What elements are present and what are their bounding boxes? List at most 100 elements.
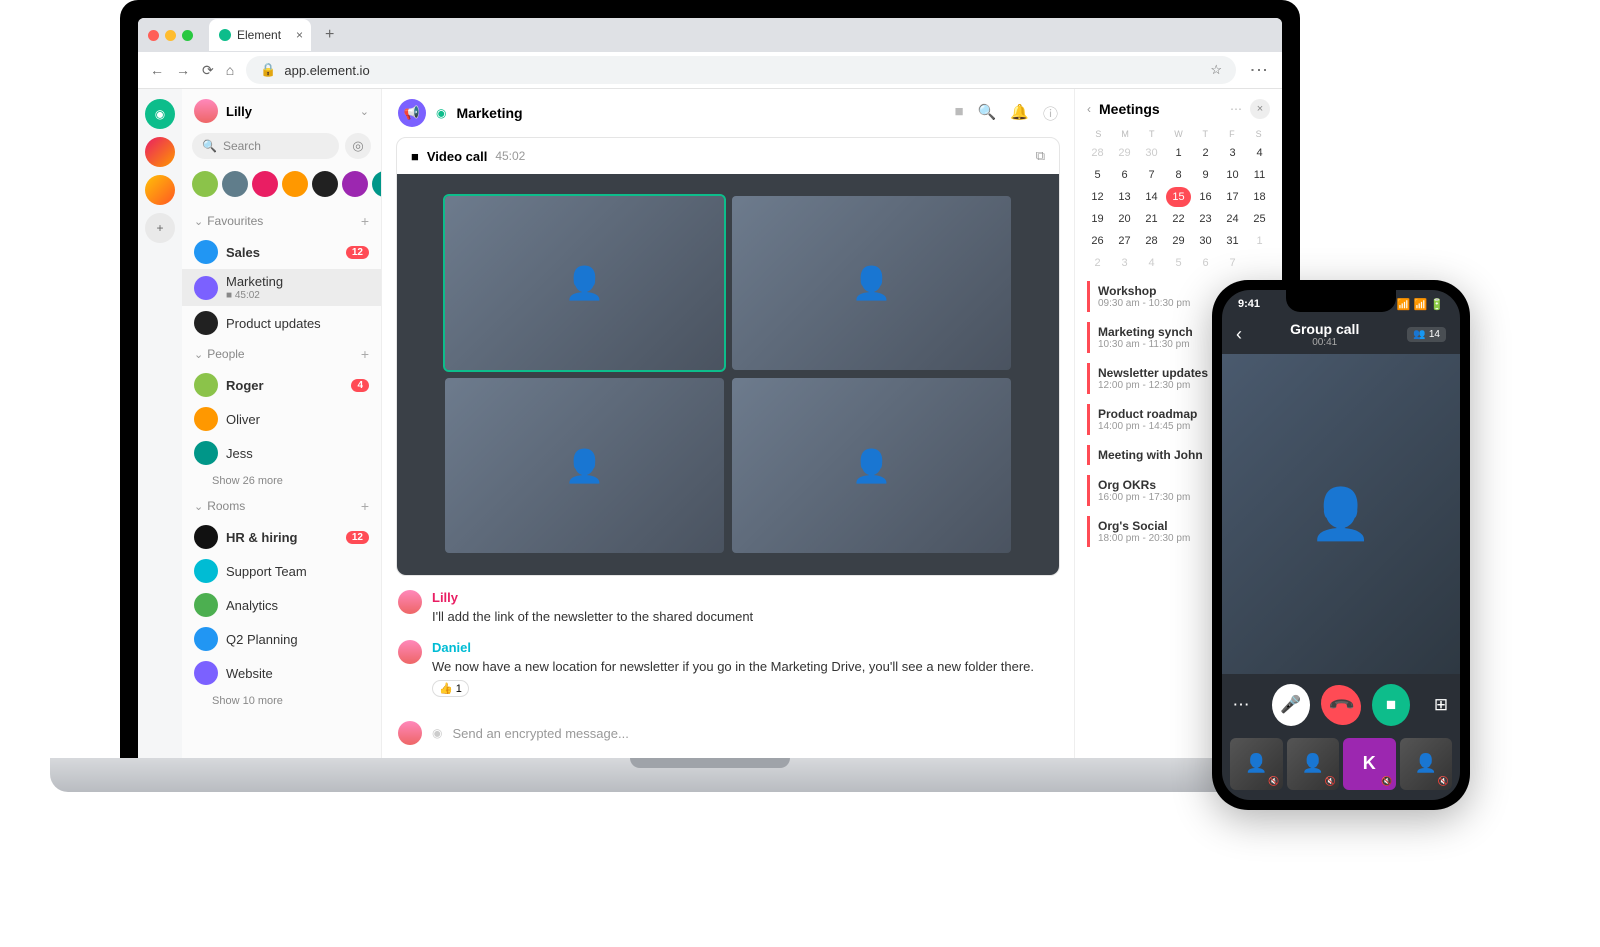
close-icon[interactable]: ×: [296, 28, 303, 42]
space-item[interactable]: [145, 175, 175, 205]
calendar-day[interactable]: 21: [1139, 209, 1164, 229]
video-thumb[interactable]: 👤🔇: [1400, 738, 1453, 791]
video-icon[interactable]: ■: [955, 103, 964, 124]
avatar[interactable]: [342, 171, 368, 197]
back-icon[interactable]: ‹: [1236, 324, 1242, 345]
calendar-day[interactable]: 1: [1166, 143, 1191, 163]
user-header[interactable]: Lilly ⌄: [182, 89, 381, 133]
video-tile[interactable]: 👤: [445, 378, 724, 552]
new-tab-button[interactable]: +: [317, 26, 342, 44]
calendar-day[interactable]: 18: [1247, 187, 1272, 207]
explore-button[interactable]: ◎: [345, 133, 371, 159]
calendar-day[interactable]: 14: [1139, 187, 1164, 207]
calendar-day[interactable]: 16: [1193, 187, 1218, 207]
calendar-day[interactable]: 3: [1112, 253, 1137, 273]
video-thumb[interactable]: K🔇: [1343, 738, 1396, 791]
calendar-day[interactable]: 11: [1247, 165, 1272, 185]
section-rooms[interactable]: ⌄ Rooms +: [182, 492, 381, 520]
video-tile[interactable]: 👤: [732, 378, 1011, 552]
calendar-day[interactable]: 10: [1220, 165, 1245, 185]
calendar-day[interactable]: 7: [1139, 165, 1164, 185]
room-item[interactable]: Roger4: [182, 368, 381, 402]
room-item[interactable]: Support Team: [182, 554, 381, 588]
room-item[interactable]: Website: [182, 656, 381, 690]
calendar-day[interactable]: 20: [1112, 209, 1137, 229]
space-item[interactable]: [145, 137, 175, 167]
calendar-day[interactable]: 31: [1220, 231, 1245, 251]
room-item[interactable]: Marketing■ 45:02: [182, 269, 381, 306]
calendar-day[interactable]: 28: [1085, 143, 1110, 163]
back-icon[interactable]: ←: [150, 62, 164, 78]
calendar-day[interactable]: 3: [1220, 143, 1245, 163]
calendar-day[interactable]: 17: [1220, 187, 1245, 207]
room-item[interactable]: Sales12: [182, 235, 381, 269]
calendar-day[interactable]: 8: [1166, 165, 1191, 185]
star-icon[interactable]: ☆: [1210, 62, 1222, 78]
more-icon[interactable]: ⋯: [1230, 102, 1242, 116]
show-more-rooms[interactable]: Show 10 more: [182, 690, 381, 712]
space-add-button[interactable]: +: [145, 213, 175, 243]
calendar-day[interactable]: 9: [1193, 165, 1218, 185]
participants-badge[interactable]: 👥 14: [1407, 327, 1446, 342]
calendar-day[interactable]: 5: [1166, 253, 1191, 273]
calendar-day[interactable]: 22: [1166, 209, 1191, 229]
calendar-day[interactable]: 4: [1139, 253, 1164, 273]
space-home[interactable]: ◉: [145, 99, 175, 129]
calendar-day[interactable]: 30: [1193, 231, 1218, 251]
avatar[interactable]: [372, 171, 382, 197]
room-item[interactable]: Analytics: [182, 588, 381, 622]
calendar-day[interactable]: 12: [1085, 187, 1110, 207]
avatar[interactable]: [252, 171, 278, 197]
calendar-day[interactable]: 15: [1166, 187, 1191, 207]
calendar-day[interactable]: 2: [1193, 143, 1218, 163]
search-icon[interactable]: 🔍: [978, 103, 997, 124]
hangup-button[interactable]: 📞: [1313, 677, 1370, 734]
calendar-day[interactable]: 6: [1193, 253, 1218, 273]
calendar-day[interactable]: 30: [1139, 143, 1164, 163]
show-more-people[interactable]: Show 26 more: [182, 470, 381, 492]
plus-icon[interactable]: +: [361, 498, 369, 514]
calendar-day[interactable]: 2: [1085, 253, 1110, 273]
plus-icon[interactable]: +: [361, 213, 369, 229]
window-controls[interactable]: [148, 30, 193, 41]
browser-tab[interactable]: Element ×: [209, 19, 311, 51]
video-thumb[interactable]: 👤🔇: [1287, 738, 1340, 791]
section-favourites[interactable]: ⌄ Favourites +: [182, 207, 381, 235]
url-bar[interactable]: 🔒 app.element.io ☆: [246, 56, 1236, 84]
avatar[interactable]: [282, 171, 308, 197]
section-people[interactable]: ⌄ People +: [182, 340, 381, 368]
room-item[interactable]: Q2 Planning: [182, 622, 381, 656]
video-tile[interactable]: 👤: [732, 196, 1011, 370]
close-icon[interactable]: ×: [1250, 99, 1270, 119]
forward-icon[interactable]: →: [176, 62, 190, 78]
calendar-day[interactable]: 26: [1085, 231, 1110, 251]
calendar-day[interactable]: 25: [1247, 209, 1272, 229]
bell-icon[interactable]: 🔔: [1010, 103, 1029, 124]
room-item[interactable]: Product updates: [182, 306, 381, 340]
calendar-day[interactable]: 5: [1085, 165, 1110, 185]
home-icon[interactable]: ⌂: [226, 62, 234, 78]
calendar-day[interactable]: 29: [1166, 231, 1191, 251]
avatar[interactable]: [192, 171, 218, 197]
reaction[interactable]: 👍 1: [432, 680, 469, 697]
room-item[interactable]: HR & hiring12: [182, 520, 381, 554]
video-thumb[interactable]: 👤🔇: [1230, 738, 1283, 791]
plus-icon[interactable]: +: [361, 346, 369, 362]
calendar-day[interactable]: 13: [1112, 187, 1137, 207]
calendar-day[interactable]: 27: [1112, 231, 1137, 251]
video-tile[interactable]: 👤: [445, 196, 724, 370]
calendar-day[interactable]: 19: [1085, 209, 1110, 229]
mic-button[interactable]: 🎤: [1272, 684, 1310, 726]
layout-button[interactable]: ⊞: [1422, 684, 1460, 726]
calendar-day[interactable]: 6: [1112, 165, 1137, 185]
calendar-day[interactable]: 24: [1220, 209, 1245, 229]
avatar[interactable]: [222, 171, 248, 197]
calendar-day[interactable]: 1: [1247, 231, 1272, 251]
composer[interactable]: ◉ Send an encrypted message...: [382, 711, 1074, 758]
room-item[interactable]: Oliver: [182, 402, 381, 436]
calendar-day[interactable]: 4: [1247, 143, 1272, 163]
external-link-icon[interactable]: ⧉: [1036, 148, 1045, 164]
calendar-day[interactable]: 23: [1193, 209, 1218, 229]
room-item[interactable]: Jess: [182, 436, 381, 470]
info-icon[interactable]: ⓘ: [1043, 103, 1058, 124]
